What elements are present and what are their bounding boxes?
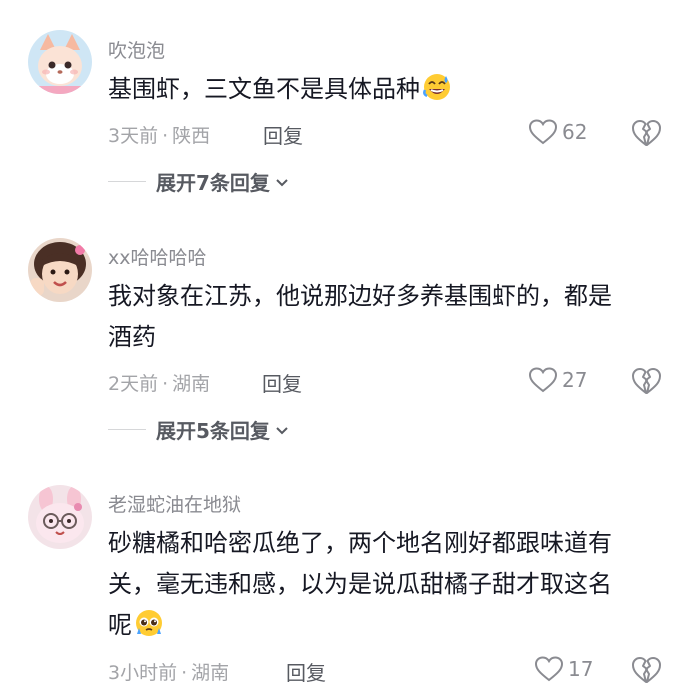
like-button[interactable]: 17 (534, 655, 593, 683)
like-button[interactable]: 27 (528, 366, 587, 394)
comment-text-line: 关，毫无违和感，以为是说瓜甜橘子甜才取这名 (108, 570, 612, 598)
grinning-sweat-emoji-icon (422, 72, 452, 102)
broken-heart-icon (632, 657, 661, 683)
expand-replies-label: 展开7条回复 (156, 171, 270, 195)
comment-text-line: 酒药 (108, 323, 156, 351)
comment-username[interactable]: xx哈哈哈哈 (108, 243, 207, 270)
broken-heart-icon (632, 120, 661, 146)
comment-location: 湖南 (172, 373, 211, 395)
meta-separator: · (181, 662, 188, 684)
like-count: 27 (562, 368, 588, 392)
like-count: 62 (562, 120, 588, 144)
heart-icon (534, 656, 564, 682)
expand-replies-button[interactable]: 展开7条回复 (108, 167, 290, 196)
comment-meta: 3小时前 · 湖南 (108, 658, 229, 685)
comment-text: 砂糖橘和哈密瓜绝了，两个地名刚好都跟味道有 关，毫无违和感，以为是说瓜甜橘子甜才… (108, 523, 668, 646)
reply-button[interactable]: 回复 (263, 120, 303, 149)
dislike-button[interactable] (630, 117, 662, 149)
comment-meta: 2天前 · 湖南 (108, 369, 210, 396)
comment-time: 3天前 (108, 125, 159, 147)
chevron-down-icon (276, 426, 288, 434)
comment-text: 我对象在江苏，他说那边好多养基围虾的，都是 酒药 (108, 276, 668, 358)
comment-location: 陕西 (172, 125, 211, 147)
expand-replies-button[interactable]: 展开5条回复 (108, 415, 290, 444)
comment-text: 基围虾，三文鱼不是具体品种 (108, 69, 668, 110)
fox-avatar-icon (28, 30, 92, 94)
reply-button[interactable]: 回复 (286, 657, 326, 686)
comment-meta: 3天前 · 陕西 (108, 121, 210, 148)
comment-time: 2天前 (108, 373, 159, 395)
expand-divider-line (108, 429, 146, 430)
comment-username[interactable]: 吹泡泡 (108, 36, 165, 63)
user-avatar[interactable] (28, 30, 92, 94)
like-count: 17 (568, 657, 594, 681)
meta-separator: · (162, 373, 169, 395)
comment-location: 湖南 (191, 662, 230, 684)
comment-text-line: 我对象在江苏，他说那边好多养基围虾的，都是 (108, 282, 612, 310)
expand-divider-line (108, 181, 146, 182)
heart-icon (528, 367, 558, 393)
expand-replies-label: 展开5条回复 (156, 419, 270, 443)
meta-separator: · (162, 125, 169, 147)
like-button[interactable]: 62 (528, 118, 587, 146)
reply-button[interactable]: 回复 (262, 368, 302, 397)
bunny-avatar-icon (28, 485, 92, 549)
chevron-down-icon (276, 178, 288, 186)
dislike-button[interactable] (630, 365, 662, 397)
heart-icon (528, 119, 558, 145)
dislike-button[interactable] (630, 654, 662, 686)
comment-text-line-with-emoji: 呢 (108, 605, 668, 646)
comment-text-line: 基围虾，三文鱼不是具体品种 (108, 75, 420, 103)
pleading-face-emoji-icon (134, 608, 164, 638)
user-avatar[interactable] (28, 485, 92, 549)
child-photo-avatar-icon (28, 238, 92, 302)
broken-heart-icon (632, 368, 661, 394)
comment-username[interactable]: 老湿蛇油在地狱 (108, 490, 241, 517)
comment-text-line: 呢 (108, 611, 132, 639)
user-avatar[interactable] (28, 238, 92, 302)
comment-time: 3小时前 (108, 662, 178, 684)
comment-text-line: 砂糖橘和哈密瓜绝了，两个地名刚好都跟味道有 (108, 529, 612, 557)
